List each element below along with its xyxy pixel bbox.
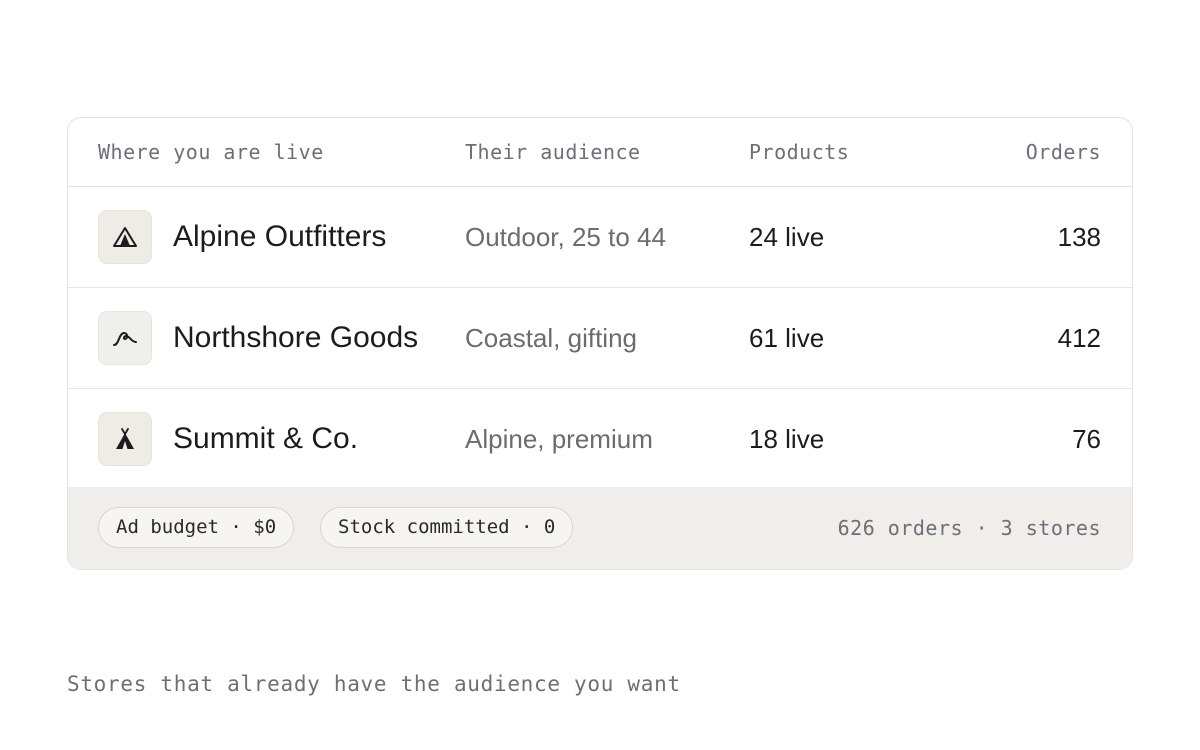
store-audience: Alpine, premium	[465, 424, 653, 454]
stock-committed-pill[interactable]: Stock committed · 0	[320, 507, 574, 548]
column-header-store: Where you are live	[98, 140, 324, 164]
store-name: Summit & Co.	[173, 422, 359, 455]
table-header: Where you are live Their audience Produc…	[68, 118, 1132, 187]
store-avatar	[98, 311, 152, 365]
orders-summary: 626 orders · 3 stores	[837, 516, 1101, 540]
caption: Stores that already have the audience yo…	[67, 672, 681, 696]
store-orders: 138	[1057, 222, 1101, 252]
store-audience: Coastal, gifting	[465, 323, 637, 353]
ad-budget-pill[interactable]: Ad budget · $0	[98, 507, 295, 548]
teepee-icon	[116, 428, 134, 449]
column-header-audience: Their audience	[465, 140, 641, 164]
column-header-products: Products	[749, 140, 850, 164]
store-products: 18 live	[749, 424, 825, 454]
store-products: 61 live	[749, 323, 825, 353]
store-name: Northshore Goods	[173, 321, 419, 354]
wave-icon	[113, 331, 137, 346]
table-footer: Ad budget · $0 Stock committed · 0 626 o…	[68, 487, 1132, 569]
table-row[interactable]: Northshore Goods Coastal, gifting 61 liv…	[68, 288, 1132, 389]
store-orders: 76	[1072, 424, 1101, 454]
store-audience: Outdoor, 25 to 44	[465, 222, 666, 252]
store-avatar	[98, 412, 152, 466]
table-row[interactable]: Summit & Co. Alpine, premium 18 live 76	[68, 389, 1132, 488]
stores-card: Where you are live Their audience Produc…	[67, 117, 1133, 570]
column-header-orders: Orders	[1025, 140, 1101, 164]
store-orders: 412	[1057, 323, 1101, 353]
store-products: 24 live	[749, 222, 825, 252]
store-avatar	[98, 210, 152, 264]
store-name: Alpine Outfitters	[173, 220, 387, 253]
tent-icon	[113, 227, 137, 247]
table-row[interactable]: Alpine Outfitters Outdoor, 25 to 44 24 l…	[68, 187, 1132, 288]
